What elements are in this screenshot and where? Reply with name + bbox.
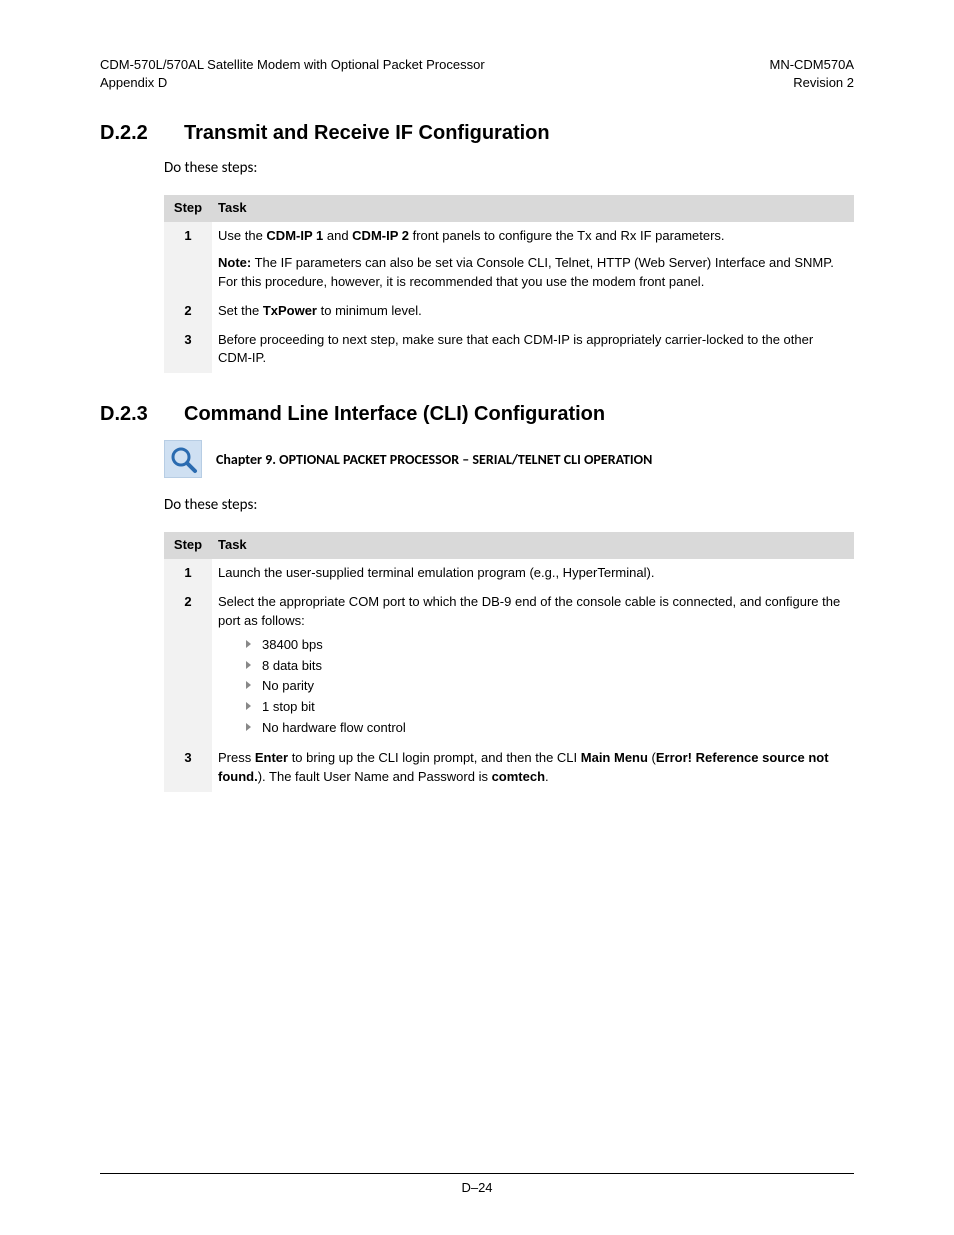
- text: (: [648, 750, 656, 765]
- list-item: 1 stop bit: [246, 697, 848, 718]
- section-number: D.2.3: [100, 403, 184, 426]
- col-step: Step: [164, 195, 212, 222]
- bold: CDM-IP 1: [266, 228, 323, 243]
- section-title: Transmit and Receive IF Configuration: [184, 122, 550, 145]
- table-row: 2 Set the TxPower to minimum level.: [164, 297, 854, 326]
- text: Press: [218, 750, 255, 765]
- text: Use the: [218, 228, 266, 243]
- header-doc-id: MN-CDM570A: [769, 56, 854, 74]
- table-row: 3 Before proceeding to next step, make s…: [164, 326, 854, 374]
- task-cell: Use the CDM-IP 1 and CDM-IP 2 front pane…: [212, 222, 854, 297]
- port-settings-list: 38400 bps 8 data bits No parity 1 stop b…: [246, 635, 848, 739]
- col-step: Step: [164, 532, 212, 559]
- bold: comtech: [492, 769, 545, 784]
- header-revision: Revision 2: [769, 74, 854, 92]
- step-num: 1: [164, 559, 212, 588]
- text: to bring up the CLI login prompt, and th…: [288, 750, 581, 765]
- step-num: 3: [164, 744, 212, 792]
- step-num: 3: [164, 326, 212, 374]
- step-num: 2: [164, 588, 212, 744]
- text: Select the appropriate COM port to which…: [218, 594, 840, 628]
- list-item: 8 data bits: [246, 656, 848, 677]
- step-num: 2: [164, 297, 212, 326]
- text: and: [323, 228, 352, 243]
- task-cell: Set the TxPower to minimum level.: [212, 297, 854, 326]
- list-item: No parity: [246, 676, 848, 697]
- callout: Chapter 9. OPTIONAL PACKET PROCESSOR – S…: [164, 440, 854, 478]
- task-cell: Before proceeding to next step, make sur…: [212, 326, 854, 374]
- note-text: The IF parameters can also be set via Co…: [218, 255, 834, 289]
- step-num: 1: [164, 222, 212, 297]
- text: ). The fault User Name and Password is: [258, 769, 492, 784]
- table-row: 3 Press Enter to bring up the CLI login …: [164, 744, 854, 792]
- page-header: CDM-570L/570AL Satellite Modem with Opti…: [100, 56, 854, 92]
- header-left: CDM-570L/570AL Satellite Modem with Opti…: [100, 56, 485, 92]
- section2-intro: Do these steps:: [164, 496, 854, 514]
- bold: TxPower: [263, 303, 317, 318]
- callout-text: Chapter 9. OPTIONAL PACKET PROCESSOR – S…: [216, 451, 652, 468]
- section-number: D.2.2: [100, 122, 184, 145]
- list-item: No hardware flow control: [246, 718, 848, 739]
- task-cell: Select the appropriate COM port to which…: [212, 588, 854, 744]
- table-row: 1 Use the CDM-IP 1 and CDM-IP 2 front pa…: [164, 222, 854, 297]
- text: to minimum level.: [317, 303, 422, 318]
- section2-steps-table: Step Task 1 Launch the user-supplied ter…: [164, 532, 854, 791]
- bold: Enter: [255, 750, 288, 765]
- table-row: 1 Launch the user-supplied terminal emul…: [164, 559, 854, 588]
- note-label: Note:: [218, 255, 251, 270]
- header-right: MN-CDM570A Revision 2: [769, 56, 854, 92]
- document-page: CDM-570L/570AL Satellite Modem with Opti…: [0, 0, 954, 1235]
- section-heading-d23: D.2.3 Command Line Interface (CLI) Confi…: [100, 403, 854, 426]
- task-cell: Launch the user-supplied terminal emulat…: [212, 559, 854, 588]
- text: .: [545, 769, 549, 784]
- section1-steps-table: Step Task 1 Use the CDM-IP 1 and CDM-IP …: [164, 195, 854, 373]
- section-heading-d22: D.2.2 Transmit and Receive IF Configurat…: [100, 122, 854, 145]
- magnifier-icon: [164, 440, 202, 478]
- task-cell: Press Enter to bring up the CLI login pr…: [212, 744, 854, 792]
- section1-intro: Do these steps:: [164, 159, 854, 177]
- text: front panels to configure the Tx and Rx …: [409, 228, 725, 243]
- header-title-2: Appendix D: [100, 74, 485, 92]
- col-task: Task: [212, 195, 854, 222]
- header-title-1: CDM-570L/570AL Satellite Modem with Opti…: [100, 56, 485, 74]
- text: Set the: [218, 303, 263, 318]
- bold: Main Menu: [581, 750, 648, 765]
- section-title: Command Line Interface (CLI) Configurati…: [184, 403, 605, 426]
- page-number: D–24: [461, 1180, 492, 1195]
- list-item: 38400 bps: [246, 635, 848, 656]
- table-row: 2 Select the appropriate COM port to whi…: [164, 588, 854, 744]
- bold: CDM-IP 2: [352, 228, 409, 243]
- col-task: Task: [212, 532, 854, 559]
- page-footer: D–24: [100, 1173, 854, 1195]
